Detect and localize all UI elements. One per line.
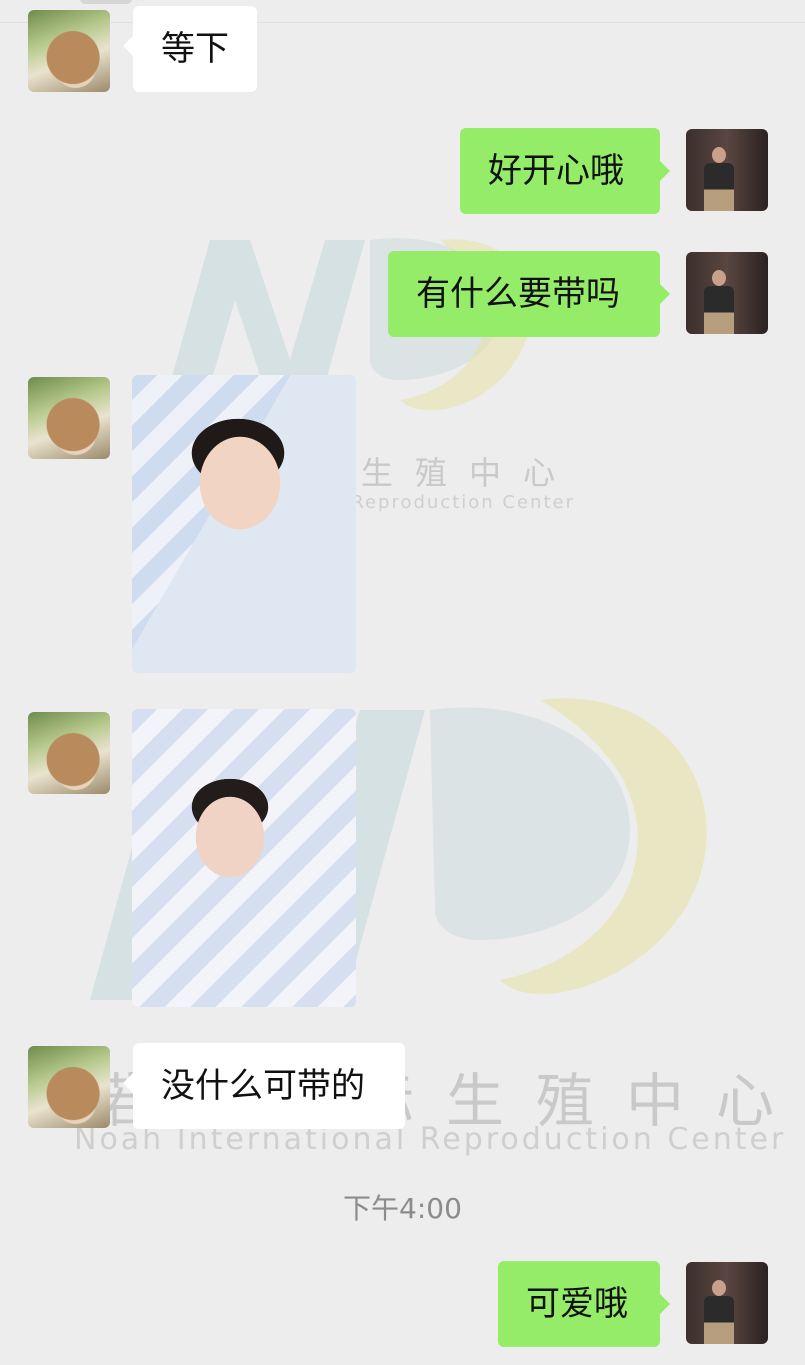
message-bubble-incoming[interactable]: 没什么可带的 [123,1043,405,1129]
message-bubble-outgoing[interactable]: 可爱哦 [498,1261,670,1347]
top-bar-element [80,0,132,4]
baby-photo[interactable] [132,709,356,1007]
user-avatar[interactable] [686,252,768,334]
message-bubble-outgoing[interactable]: 有什么要带吗 [388,251,670,337]
contact-avatar[interactable] [28,1046,110,1128]
message-bubble-outgoing[interactable]: 好开心哦 [460,128,670,214]
message-timestamp: 下午4:00 [343,1192,462,1225]
message-bubble-incoming[interactable]: 等下 [123,6,257,92]
contact-avatar[interactable] [28,10,110,92]
top-bar-edge [0,0,805,23]
baby-photo[interactable] [132,375,356,673]
contact-avatar[interactable] [28,712,110,794]
contact-avatar[interactable] [28,377,110,459]
user-avatar[interactable] [686,1262,768,1344]
user-avatar[interactable] [686,129,768,211]
